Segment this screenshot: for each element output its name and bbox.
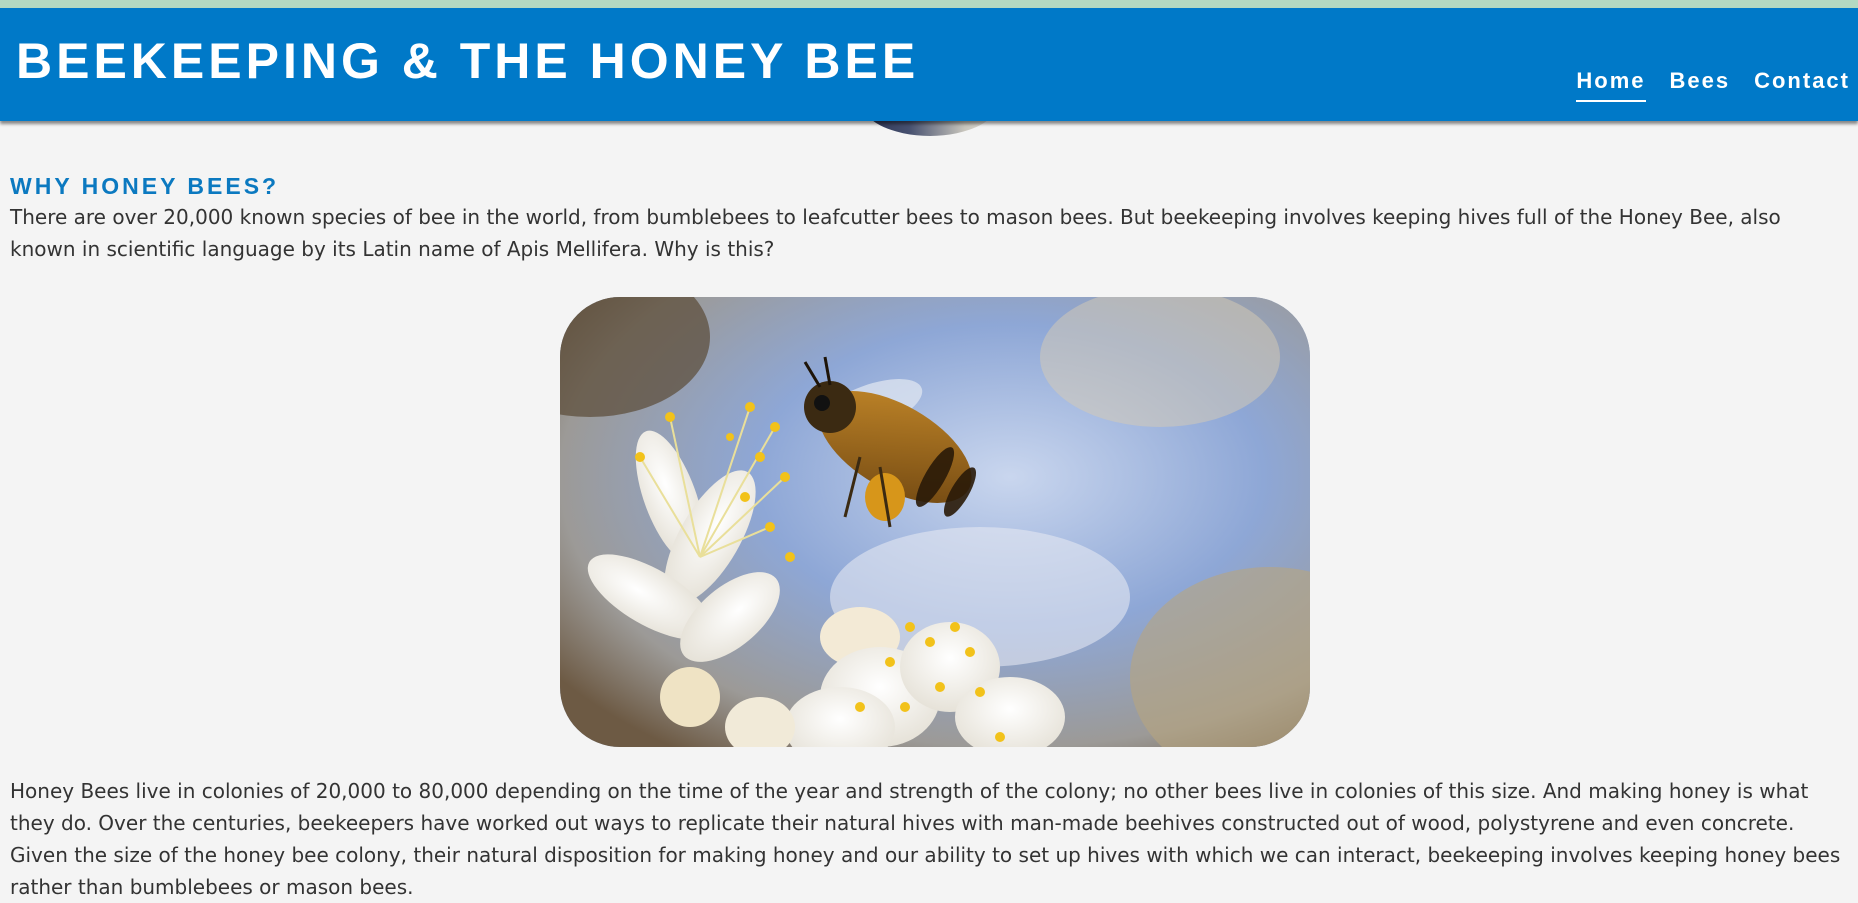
main-nav: Home Bees Contact (1552, 66, 1858, 102)
site-title: BEEKEEPING & THE HONEY BEE (16, 33, 920, 89)
bee-photo-illustration (560, 297, 1310, 747)
bee-on-blossom-image (560, 297, 1310, 747)
intro-paragraph: There are over 20,000 known species of b… (10, 205, 1781, 261)
top-accent-line (0, 0, 1858, 8)
nav-contact-link[interactable]: Contact (1754, 66, 1850, 102)
body-paragraph: Honey Bees live in colonies of 20,000 to… (10, 779, 1841, 899)
site-header: BEEKEEPING & THE HONEY BEE Home Bees Con… (0, 8, 1858, 121)
nav-bees-link[interactable]: Bees (1670, 66, 1731, 102)
nav-home-link[interactable]: Home (1576, 66, 1646, 102)
section-heading: WHY HONEY BEES? (10, 173, 280, 199)
